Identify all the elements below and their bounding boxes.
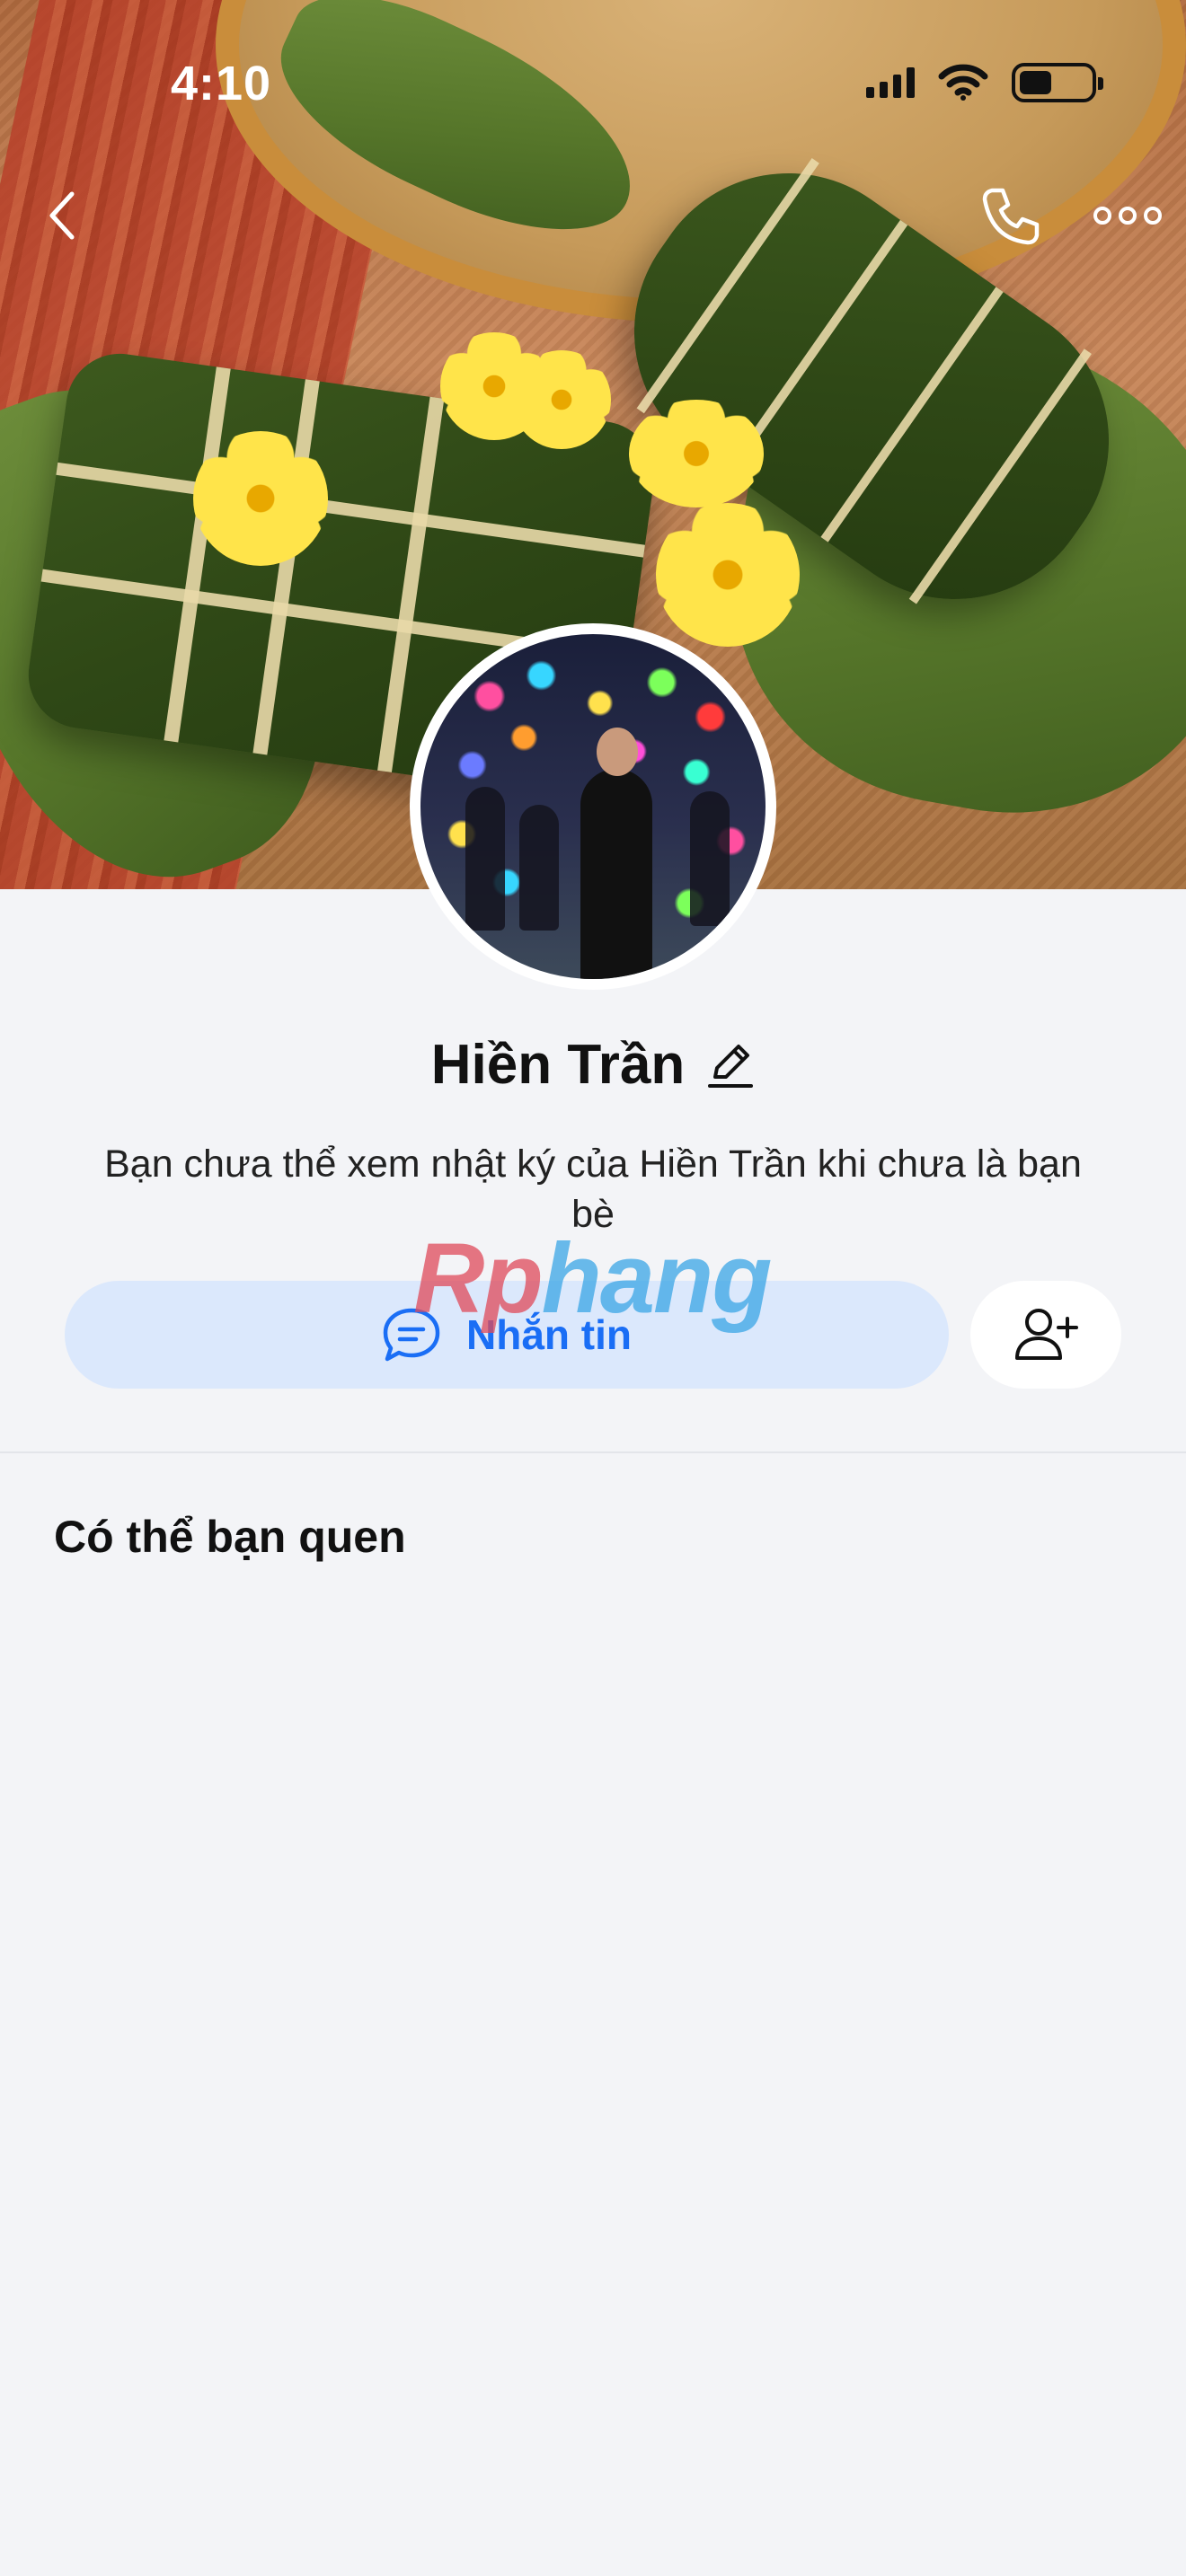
section-divider xyxy=(0,1451,1186,1453)
cover-flower xyxy=(656,503,800,647)
profile-name: Hiền Trần xyxy=(430,1034,686,1096)
status-time: 4:10 xyxy=(171,57,272,110)
chevron-left-icon xyxy=(49,191,75,240)
more-horizontal-icon xyxy=(1093,207,1162,225)
signal-icon xyxy=(866,67,915,98)
profile-screen: 4:10 Hiền Trần Bạn chưa thể xem nhật ký … xyxy=(0,0,1186,2576)
call-button[interactable] xyxy=(970,176,1051,257)
add-friend-button[interactable] xyxy=(970,1281,1121,1389)
pencil-icon[interactable] xyxy=(706,1041,755,1090)
cover-flower xyxy=(629,400,764,507)
phone-icon xyxy=(982,188,1040,245)
back-button[interactable] xyxy=(27,180,99,251)
watermark-logo: Rphang xyxy=(413,1223,772,1334)
status-icons xyxy=(866,63,1103,102)
cover-flower xyxy=(512,350,611,449)
cover-flower xyxy=(193,431,328,566)
avatar-person xyxy=(580,728,652,979)
more-button[interactable] xyxy=(1087,189,1168,243)
avatar[interactable] xyxy=(410,623,776,990)
add-user-icon xyxy=(1015,1309,1078,1360)
battery-icon xyxy=(1012,63,1103,102)
suggestions-title: Có thể bạn quen xyxy=(54,1512,406,1562)
wifi-icon xyxy=(938,64,988,101)
name-row: Hiền Trần xyxy=(0,1033,1186,1097)
